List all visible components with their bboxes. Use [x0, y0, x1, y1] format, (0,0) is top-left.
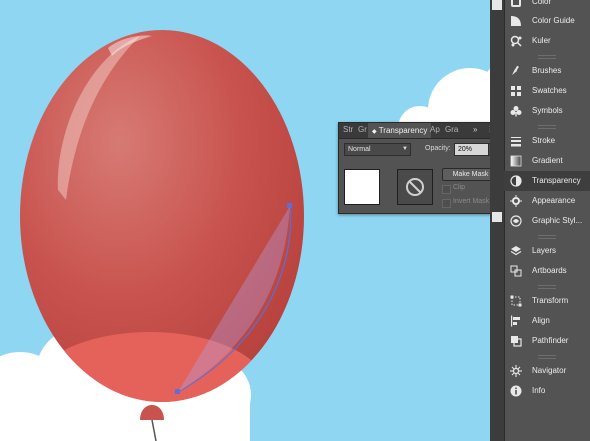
dock-item-gradient[interactable]: Gradient — [504, 151, 590, 171]
transparency-icon — [510, 175, 522, 187]
appearance-icon — [510, 195, 522, 207]
no-mask-icon — [406, 178, 424, 196]
dock-item-transparency[interactable]: Transparency — [504, 171, 590, 191]
symbols-icon — [510, 106, 522, 117]
color-icon — [511, 0, 521, 7]
dock-item-navigator[interactable]: Navigator — [504, 361, 590, 381]
dock-item-label: Navigator — [532, 366, 567, 375]
artboards-icon — [510, 265, 522, 277]
dock-item-stroke[interactable]: Stroke — [504, 131, 590, 151]
dock-scroll-marker[interactable] — [492, 0, 502, 10]
dock-item-artboards[interactable]: Artboards — [504, 261, 590, 281]
dock-item-brushes[interactable]: Brushes — [504, 61, 590, 81]
dock-group-grip[interactable] — [504, 232, 590, 240]
tab-gradient[interactable]: Gr — [358, 125, 367, 134]
dock-item-graphic-styles[interactable]: Graphic Styl... — [504, 211, 590, 231]
dock-item-color-guide[interactable]: Color Guide — [504, 11, 590, 31]
dock-item-align[interactable]: Align — [504, 311, 590, 331]
dock-item-label: Transform — [532, 296, 569, 305]
dock-item-layers[interactable]: Layers — [504, 241, 590, 261]
dock-item-label: Info — [532, 386, 546, 395]
chevron-down-icon: ▼ — [402, 146, 408, 152]
navigator-icon — [510, 365, 522, 377]
dock-item-label: Layers — [532, 246, 557, 255]
opacity-input[interactable]: 20% — [454, 143, 489, 156]
pathfinder-icon — [511, 336, 522, 347]
dock-item-label: Brushes — [532, 66, 562, 75]
kuler-icon — [510, 35, 522, 47]
dock-group-grip[interactable] — [504, 122, 590, 130]
invert-mask-checkbox[interactable] — [442, 199, 451, 208]
blend-mode-value: Normal — [348, 146, 371, 153]
blend-mode-dropdown[interactable]: Normal ▼ — [344, 143, 411, 156]
clip-label: Clip — [453, 184, 466, 191]
swatches-icon — [511, 86, 521, 96]
mask-thumbnail[interactable] — [397, 169, 433, 205]
dock-group-grip[interactable] — [504, 282, 590, 290]
align-icon — [511, 315, 520, 327]
dock-item-label: Stroke — [532, 136, 556, 145]
transparency-panel: Str Gr ◆ Transparency Ap Gra » ☰ Normal … — [338, 122, 506, 214]
dock-item-label: Color Guide — [532, 16, 575, 25]
dock-item-swatches[interactable]: Swatches — [504, 81, 590, 101]
dock-item-label: Align — [532, 316, 550, 325]
dock-item-label: Graphic Styl... — [532, 216, 583, 225]
dock-item-symbols[interactable]: Symbols — [504, 101, 590, 121]
tab-transparency[interactable]: ◆ Transparency — [368, 123, 432, 138]
transform-icon — [510, 295, 522, 307]
layers-icon — [510, 246, 522, 256]
tab-graphic-styles[interactable]: Gra — [445, 125, 458, 134]
dock-item-transform[interactable]: Transform — [504, 291, 590, 311]
dock-item-label: Pathfinder — [532, 336, 569, 345]
dock-item-label: Kuler — [532, 36, 551, 45]
dock-item-pathfinder[interactable]: Pathfinder — [504, 331, 590, 351]
dock-item-kuler[interactable]: Kuler — [504, 31, 590, 51]
dock-group-grip[interactable] — [504, 52, 590, 60]
color-guide-icon — [511, 16, 521, 26]
panel-tab-bar: Str Gr ◆ Transparency Ap Gra » ☰ — [339, 123, 505, 139]
object-thumbnail[interactable] — [344, 169, 380, 205]
brushes-icon — [512, 65, 519, 75]
dock-item-appearance[interactable]: Appearance — [504, 191, 590, 211]
tab-appearance[interactable]: Ap — [430, 125, 440, 134]
dock-item-label: Appearance — [532, 196, 576, 205]
graphic-styles-icon — [510, 215, 522, 227]
opacity-value: 20% — [458, 146, 473, 153]
invert-mask-label: Invert Mask — [453, 198, 490, 205]
dock-item-label: Artboards — [532, 266, 567, 275]
dock-item-info[interactable]: Info — [504, 381, 590, 401]
dock-scroll-strip — [490, 0, 505, 441]
info-icon — [510, 385, 522, 397]
dock-item-label: Swatches — [532, 86, 567, 95]
clip-checkbox[interactable] — [442, 185, 451, 194]
tab-stroke[interactable]: Str — [343, 125, 353, 134]
stroke-icon — [511, 137, 521, 147]
more-tabs-icon[interactable]: » — [473, 125, 477, 134]
opacity-label: Opacity: — [425, 145, 451, 152]
dock-item-label: Symbols — [532, 106, 563, 115]
gradient-icon — [510, 155, 522, 167]
dock-group-grip[interactable] — [504, 352, 590, 360]
panel-dock: Color Color Guide Kuler Brushes Swatches… — [490, 0, 590, 441]
tab-collapse-icon: ◆ — [372, 129, 377, 135]
dock-item-label: Transparency — [532, 176, 581, 185]
tab-transparency-label: Transparency — [378, 126, 428, 135]
dock-item-label: Gradient — [532, 156, 563, 165]
dock-scroll-marker[interactable] — [492, 212, 502, 222]
